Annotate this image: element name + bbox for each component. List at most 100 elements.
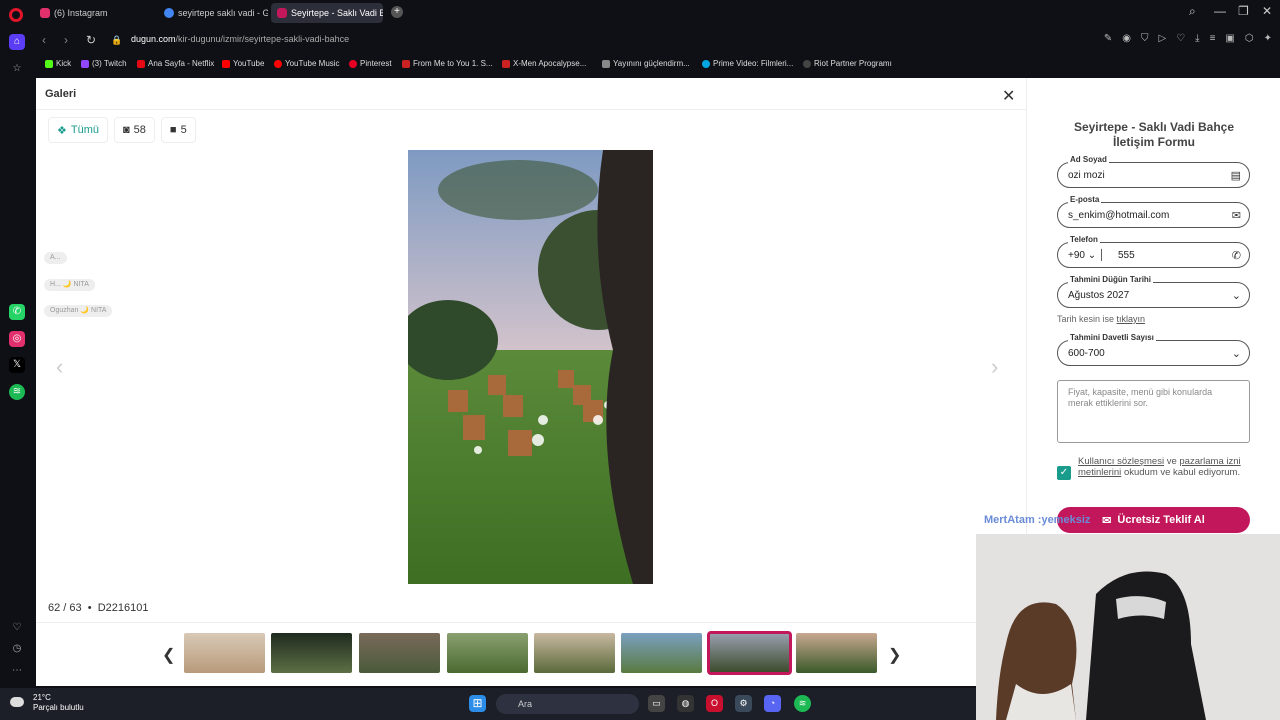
thumbnail[interactable]	[447, 633, 528, 673]
bookmark-netflix[interactable]: Ana Sayfa - Netflix	[137, 59, 214, 68]
date-hint-link[interactable]: tıklayın	[1117, 314, 1146, 324]
name-field[interactable]: Ad Soyad ozi mozi ▤	[1057, 155, 1250, 188]
bookmark-youtube[interactable]: YouTube	[222, 59, 264, 68]
filter-videos[interactable]: ■ 5	[160, 117, 196, 143]
url-field[interactable]: dugun.com/kir-dugunu/izmir/seyirtepe-sak…	[131, 34, 349, 44]
taskbar-search[interactable]: Ara	[496, 694, 639, 714]
next-photo-arrow[interactable]: ›	[991, 354, 998, 380]
shield-icon[interactable]: ⛉	[1141, 33, 1149, 44]
spotify-icon[interactable]: ≋	[9, 384, 25, 400]
prev-photo-arrow[interactable]: ‹	[56, 354, 63, 380]
bookmark-xmen[interactable]: X-Men Apocalypse...	[502, 59, 586, 68]
guests-label: Tahmini Davetli Sayısı	[1068, 333, 1156, 342]
discord-icon[interactable]: ◔	[764, 695, 781, 712]
spotify-taskbar-icon[interactable]: ≋	[794, 695, 811, 712]
close-gallery-button[interactable]: ✕	[1002, 86, 1015, 106]
download-icon[interactable]: ⤓	[1195, 33, 1199, 44]
consent-checkbox[interactable]: ✓	[1057, 466, 1071, 480]
chat-message: Oguzhan 🌙 NITA	[44, 305, 113, 317]
chat-message: H... 🌙 NITA	[44, 279, 95, 291]
thumbs-prev-icon[interactable]: ❮	[162, 645, 175, 665]
thumbnail[interactable]	[621, 633, 702, 673]
weather-widget[interactable]: 21°C Parçalı bulutlu	[10, 693, 84, 713]
camera-icon[interactable]: ◉	[1122, 33, 1131, 44]
thumbnail[interactable]	[534, 633, 615, 673]
thumbnail[interactable]	[271, 633, 352, 673]
chat-message: A...	[44, 252, 67, 264]
maximize-icon[interactable]: ❐	[1238, 4, 1249, 18]
tab-instagram[interactable]: (6) Instagram	[34, 3, 149, 23]
opera-taskbar-icon[interactable]: O	[706, 695, 723, 712]
star-icon[interactable]: ☆	[9, 61, 25, 77]
phone-field[interactable]: Telefon +90 ⌄ │ 555 ✆	[1057, 235, 1250, 268]
settings-app-icon[interactable]: ⚙	[735, 695, 752, 712]
google-icon	[164, 8, 174, 18]
phone-label: Telefon	[1068, 235, 1100, 244]
tab-dugun-active[interactable]: Seyirtepe - Saklı Vadi Bah	[271, 3, 383, 23]
edit-icon[interactable]: ✎	[1104, 33, 1112, 44]
bookmark-youtube-music[interactable]: YouTube Music	[274, 59, 340, 68]
bookmark-from-me-to-you[interactable]: From Me to You 1. S...	[402, 59, 493, 68]
search-tabs-icon[interactable]: ⌕	[1189, 4, 1196, 19]
extensions-icon[interactable]: ⬡	[1245, 33, 1254, 44]
menu-icon[interactable]: ≡	[1210, 33, 1216, 44]
forward-icon[interactable]: ›	[64, 33, 68, 47]
thumbnail-selected[interactable]	[707, 631, 792, 675]
message-textarea[interactable]: Fiyat, kapasite, menü gibi konularda mer…	[1057, 380, 1250, 443]
date-hint: Tarih kesin ise tıklayın	[1057, 314, 1146, 324]
history-icon[interactable]: ◷	[9, 641, 25, 657]
guests-value: 600-700	[1068, 348, 1105, 359]
lock-icon: 🔒	[111, 35, 123, 45]
windows-start-icon[interactable]: ⊞	[469, 695, 486, 712]
bookmark-kick[interactable]: Kick	[45, 59, 71, 68]
thumbs-next-icon[interactable]: ❯	[888, 645, 901, 665]
thumbnail[interactable]	[796, 633, 877, 673]
cloud-icon	[10, 697, 24, 707]
windows-taskbar: 21°C Parçalı bulutlu ⊞ Ara ▭ ◍ O ⚙ ◔ ≋	[0, 688, 976, 720]
new-tab-button[interactable]: +	[391, 6, 403, 18]
more-icon[interactable]: ⋯	[9, 663, 25, 679]
filter-photos[interactable]: ◙ 58	[114, 117, 155, 143]
instagram-sidebar-icon[interactable]: ◎	[9, 331, 25, 347]
browser-tab-bar: (6) Instagram seyirtepe saklı vadi - Goo…	[0, 0, 1280, 26]
back-icon[interactable]: ‹	[42, 33, 46, 47]
filter-all[interactable]: ❖ Tümü	[48, 117, 108, 143]
bookmark-prime-video[interactable]: Prime Video: Filmleri...	[702, 59, 793, 68]
name-label: Ad Soyad	[1068, 155, 1109, 164]
date-label: Tahmini Düğün Tarihi	[1068, 275, 1154, 284]
consent-text: Kullanıcı sözleşmesi ve pazarlama izni m…	[1078, 456, 1241, 478]
bookmark-riot[interactable]: Riot Partner Programı	[803, 59, 892, 68]
address-bar-row: ‹ › ↻ 🔒 dugun.com/kir-dugunu/izmir/seyir…	[36, 28, 1280, 52]
minimize-icon[interactable]: —	[1214, 4, 1226, 18]
wallet-icon[interactable]: ▣	[1225, 33, 1234, 44]
reload-icon[interactable]: ↻	[86, 33, 96, 47]
tab-label: seyirtepe saklı vadi - Goo	[178, 8, 268, 18]
envelope-icon: ✉	[1231, 210, 1241, 222]
email-field[interactable]: E-posta s_enkim@hotmail.com ✉	[1057, 195, 1250, 228]
thumbnail[interactable]	[184, 633, 265, 673]
close-window-icon[interactable]: ✕	[1262, 4, 1272, 18]
heart-icon[interactable]: ♡	[1176, 33, 1185, 44]
home-icon[interactable]: ⌂	[9, 34, 25, 50]
tab-google-search[interactable]: seyirtepe saklı vadi - Goo	[158, 3, 268, 23]
bookmark-twitch[interactable]: (3) Twitch	[81, 59, 127, 68]
chevron-down-icon: ⌄	[1231, 290, 1241, 302]
user-agreement-link[interactable]: Kullanıcı sözleşmesi	[1078, 456, 1164, 467]
bookmark-pinterest[interactable]: Pinterest	[349, 59, 392, 68]
opera-logo-icon[interactable]	[9, 8, 23, 22]
bookmark-yayin[interactable]: Yayınını güçlendirm...	[602, 59, 690, 68]
heart-sidebar-icon[interactable]: ♡	[9, 620, 25, 636]
ai-icon[interactable]: ✦	[1264, 33, 1272, 44]
phone-country-code[interactable]: +90 ⌄ │	[1068, 250, 1105, 261]
address-toolbar: ✎ ◉ ⛉ ▷ ♡ ⤓ ≡ ▣ ⬡ ✦	[1104, 33, 1272, 44]
wedding-date-select[interactable]: Tahmini Düğün Tarihi Ağustos 2027 ⌄	[1057, 275, 1250, 308]
task-view-icon[interactable]: ▭	[648, 695, 665, 712]
obs-icon[interactable]: ◍	[677, 695, 694, 712]
play-icon[interactable]: ▷	[1158, 33, 1166, 44]
x-icon[interactable]: 𝕏	[9, 357, 25, 373]
gallery-title: Galeri	[45, 88, 77, 100]
guest-count-select[interactable]: Tahmini Davetli Sayısı 600-700 ⌄	[1057, 333, 1250, 366]
layers-icon: ❖	[57, 124, 67, 137]
whatsapp-icon[interactable]: ✆	[9, 304, 25, 320]
thumbnail[interactable]	[359, 633, 440, 673]
